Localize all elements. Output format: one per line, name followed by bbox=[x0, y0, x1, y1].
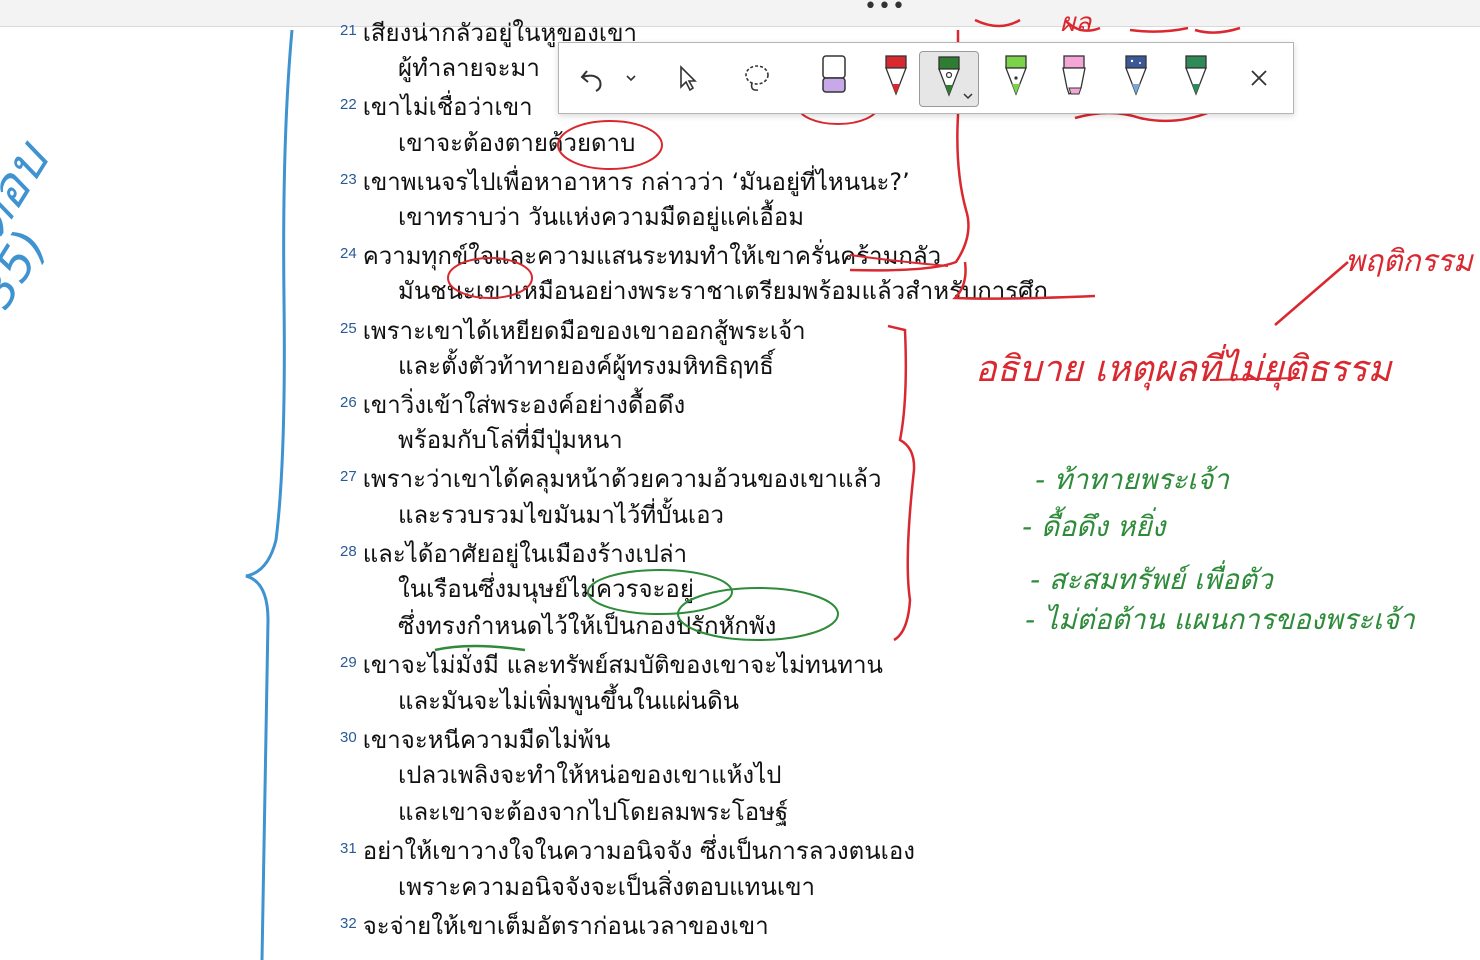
verse-continuation: ผู้ทำลายจะมา bbox=[398, 54, 540, 83]
undo-icon bbox=[580, 70, 602, 92]
verse-number: 21 bbox=[340, 22, 357, 39]
verse-number: 22 bbox=[340, 96, 357, 114]
verse-text: เขาวิ่งเข้าใส่พระองค์อย่างดื้อดึง bbox=[362, 391, 686, 419]
verse-text: เพราะว่าเขาได้คลุมหน้าด้วยความอ้วนของเขา… bbox=[362, 465, 882, 494]
verse-line: 26 เขาวิ่งเข้าใส่พระองค์อย่างดื้อดึง bbox=[340, 388, 685, 420]
blue-brace-ink bbox=[245, 29, 294, 960]
verse-line: 25 เพราะเขาได้เหยียดมือของเขาออกสู้พระเจ้… bbox=[340, 314, 806, 346]
more-options-icon[interactable]: ••• bbox=[864, 0, 906, 19]
verse-continuation: เขาจะต้องตายด้วยดาบ bbox=[398, 128, 636, 157]
verse-number: 30 bbox=[340, 728, 357, 746]
undo-dropdown-button[interactable] bbox=[619, 51, 643, 105]
verse-line: 22 เขาไม่เชื่อว่าเขา bbox=[340, 90, 533, 122]
eraser-tool-button[interactable] bbox=[809, 51, 859, 105]
verse-number: 28 bbox=[340, 542, 357, 560]
verse-continuation: เขาทราบว่า วันแห่งความมืดอยู่แค่เอื้อม bbox=[398, 203, 805, 231]
verse-number: 26 bbox=[340, 394, 357, 411]
verse-continuation: พร้อมกับโล่ที่มีปุ่มหนา bbox=[398, 426, 623, 455]
verse-line: 27 เพราะว่าเขาได้คลุมหน้าด้วยความอ้วนของเ… bbox=[340, 462, 881, 494]
red-arrow-ink bbox=[1274, 261, 1349, 326]
verse-text: เขาพเนจรไปเพื่อหาอาหาร กล่าวว่า ‘มันอยู่… bbox=[362, 167, 910, 196]
verse-line: 24 ความทุกข์ใจและความแสนระทมทำให้เขาครั่น… bbox=[340, 239, 941, 271]
close-button[interactable] bbox=[1239, 51, 1279, 105]
verse-text: เขาจะไม่มั่งมี และทรัพย์สมบัติของเขาจะไม… bbox=[362, 651, 883, 680]
green-pen-button[interactable] bbox=[919, 51, 979, 107]
verse-number: 24 bbox=[340, 245, 357, 263]
verse-continuation: เพราะความอนิจจังจะเป็นสิ่งตอบแทนเขา bbox=[398, 872, 815, 901]
galaxy-pen-button[interactable] bbox=[1111, 51, 1161, 105]
verse-number: 25 bbox=[340, 319, 357, 337]
highlighter-icon bbox=[1062, 55, 1086, 95]
verse-number: 32 bbox=[340, 914, 357, 932]
verse-text: จะจ่ายให้เขาเต็มอัตราก่อนเวลาของเขา bbox=[362, 911, 769, 940]
pink-highlighter-button[interactable] bbox=[1049, 51, 1099, 105]
pen-toolbar bbox=[558, 42, 1294, 114]
lasso-icon bbox=[745, 65, 769, 91]
verse-line: 31 อย่าให้เขาวางใจในความอนิจจัง ซึ่งเป็นก… bbox=[340, 834, 915, 866]
chevron-down-icon bbox=[963, 93, 973, 100]
verse-line: 29 เขาจะไม่มั่งมี และทรัพย์สมบัติของเขาจะ… bbox=[340, 648, 883, 680]
verse-text: เขาไม่เชื่อว่าเขา bbox=[362, 93, 533, 122]
verse-text: เขาจะหนีความมืดไม่พ้น bbox=[362, 725, 611, 754]
chevron-down-icon bbox=[626, 75, 636, 82]
verse-continuation: และรวบรวมไขมันมาไว้ที่บั้นเอว bbox=[398, 500, 724, 529]
pen-green-icon bbox=[938, 56, 960, 97]
red-brace-ink bbox=[887, 324, 916, 642]
verse-number: 23 bbox=[340, 170, 357, 188]
green-note-2: - ดื้อดึง หยิ่ง bbox=[1022, 510, 1166, 543]
lasso-select-button[interactable] bbox=[735, 51, 779, 105]
verse-number: 29 bbox=[340, 654, 357, 672]
blue-margin-range: (20-35) bbox=[0, 220, 59, 400]
verse-line: 32 จะจ่ายให้เขาเต็มอัตราก่อนเวลาของเขา bbox=[340, 909, 769, 941]
verse-continuation: มันชนะเขาเหมือนอย่างพระราชาเตรียมพร้อมแล… bbox=[398, 277, 1048, 306]
red-explain-note: อธิบาย เหตุผลที่ไม่ยุติธรรม bbox=[975, 349, 1392, 390]
select-tool-button[interactable] bbox=[667, 51, 707, 105]
dark-green-pen-button[interactable] bbox=[1171, 51, 1221, 105]
undo-button[interactable] bbox=[573, 51, 613, 105]
verse-continuation: ซึ่งทรงกำหนดไว้ให้เป็นกองปรักหักพัง bbox=[398, 612, 777, 641]
verse-continuation: และมันจะไม่เพิ่มพูนขึ้นในแผ่นดิน bbox=[398, 686, 740, 715]
green-note-4: - ไม่ต่อต้าน แผนการของพระเจ้า bbox=[1025, 603, 1415, 636]
verse-text: อย่าให้เขาวางใจในความอนิจจัง ซึ่งเป็นการ… bbox=[362, 837, 915, 866]
pen-red-icon bbox=[885, 55, 907, 96]
verse-line: 30 เขาจะหนีความมืดไม่พ้น bbox=[340, 723, 610, 755]
cursor-arrow-icon bbox=[680, 65, 697, 92]
verse-text: เพราะเขาได้เหยียดมือของเขาออกสู้พระเจ้า bbox=[362, 316, 806, 345]
window-top-bar: ••• bbox=[0, 0, 1480, 27]
green-note-3: - สะสมทรัพย์ เพื่อตัว bbox=[1030, 563, 1273, 596]
red-pen-button[interactable] bbox=[871, 51, 921, 105]
verse-continuation: และตั้งตัวท้าทายองค์ผู้ทรงมหิทธิฤทธิ์ bbox=[398, 351, 774, 380]
verse-number: 31 bbox=[340, 840, 357, 858]
verse-text: และได้อาศัยอยู่ในเมืองร้างเปล่า bbox=[362, 539, 688, 568]
verse-number: 27 bbox=[340, 468, 357, 486]
fountain-pen-icon bbox=[1005, 55, 1027, 96]
eraser-icon bbox=[822, 55, 846, 93]
green-fountain-pen-button[interactable] bbox=[991, 51, 1041, 105]
verse-text: ความทุกข์ใจและความแสนระทมทำให้เขาครั่นคร… bbox=[362, 242, 942, 271]
verse-line: 28 และได้อาศัยอยู่ในเมืองร้างเปล่า bbox=[340, 537, 687, 569]
pen-darkgreen-icon bbox=[1185, 55, 1207, 96]
red-top-note: ผล bbox=[1060, 8, 1092, 38]
verse-line: 23 เขาพเนจรไปเพื่อหาอาหาร กล่าวว่า ‘มันอย… bbox=[340, 165, 910, 197]
verse-continuation: ในเรือนซึ่งมนุษย์ไม่ควรจะอยู่ bbox=[398, 575, 694, 603]
green-note-1: - ท้าทายพระเจ้า bbox=[1035, 463, 1230, 496]
red-top-note-2: พฤติกรรม bbox=[1345, 244, 1473, 279]
galaxy-pen-icon bbox=[1125, 55, 1147, 96]
verse-continuation: และเขาจะต้องจากไปโดยลมพระโอษฐ์ bbox=[398, 798, 789, 827]
close-icon bbox=[1251, 70, 1267, 86]
verse-continuation: เปลวเพลิงจะทำให้หน่อของเขาแห้งไป bbox=[398, 761, 782, 789]
